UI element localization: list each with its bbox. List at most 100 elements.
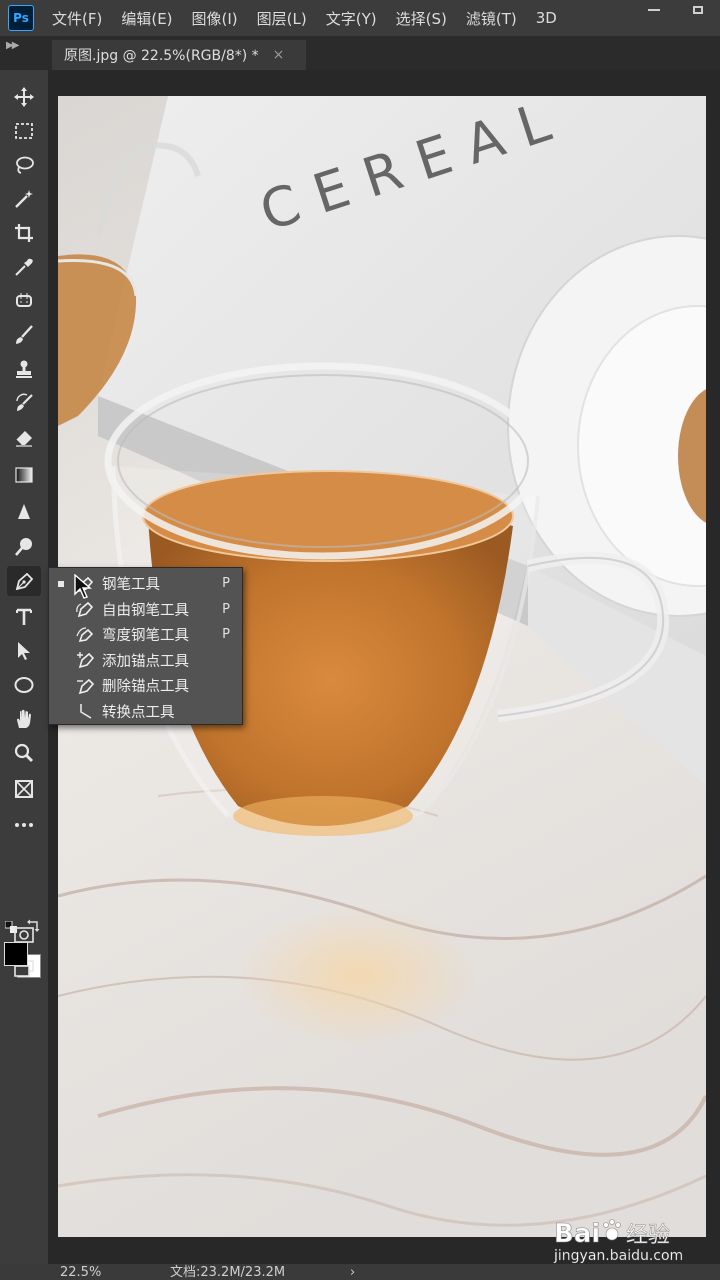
- document-tab-title: 原图.jpg @ 22.5%(RGB/8*) *: [64, 48, 259, 64]
- path-selection-tool[interactable]: [7, 636, 41, 666]
- flyout-item-label: 添加锚点工具: [102, 653, 189, 670]
- marquee-tool[interactable]: [7, 116, 41, 146]
- frame-icon: [15, 780, 33, 798]
- zoom-level[interactable]: 22.5%: [60, 1264, 101, 1280]
- delete-anchor-icon: [75, 676, 97, 696]
- add-anchor-icon: [75, 650, 97, 670]
- crop-tool[interactable]: [7, 218, 41, 248]
- unselected-indicator: [58, 606, 64, 612]
- document-tab-bar: ▶▶ 原图.jpg @ 22.5%(RGB/8*) * ×: [0, 36, 720, 70]
- eyedropper-icon: [15, 258, 33, 276]
- watermark-brand-tail: 经验: [626, 1223, 670, 1248]
- more-dots-icon: [15, 823, 33, 827]
- menu-type[interactable]: 文字(Y): [326, 8, 377, 29]
- history-brush-icon: [16, 393, 33, 411]
- collapse-panel-icon[interactable]: ▶▶: [6, 40, 19, 51]
- watermark-brand: Bai: [554, 1219, 600, 1249]
- magic-wand-icon: [15, 190, 33, 208]
- flyout-item-label: 转换点工具: [102, 704, 175, 721]
- dodge-icon: [15, 538, 32, 556]
- flyout-item-label: 自由钢笔工具: [102, 602, 189, 619]
- pen-icon: [15, 572, 34, 591]
- edit-toolbar-button[interactable]: [7, 810, 41, 840]
- ellipse-tool[interactable]: [7, 670, 41, 700]
- brush-icon: [16, 325, 33, 344]
- curvature-pen-icon: [75, 625, 97, 645]
- hand-icon: [17, 709, 31, 728]
- maximize-button[interactable]: [676, 0, 720, 20]
- flyout-item-label: 弯度钢笔工具: [102, 628, 189, 645]
- eraser-tool[interactable]: [7, 422, 41, 452]
- brush-tool[interactable]: [7, 320, 41, 350]
- healing-brush-icon: [16, 293, 32, 309]
- freeform-pen-icon: [75, 599, 97, 619]
- unselected-indicator: [58, 683, 64, 689]
- dodge-tool[interactable]: [7, 532, 41, 562]
- lasso-tool[interactable]: [7, 150, 41, 180]
- magic-wand-tool[interactable]: [7, 184, 41, 214]
- ellipse-icon: [14, 677, 34, 693]
- selected-indicator: [58, 580, 64, 587]
- spot-healing-tool[interactable]: [7, 286, 41, 316]
- mouse-cursor-icon: [74, 574, 92, 599]
- unselected-indicator: [58, 632, 64, 638]
- pen-tool[interactable]: [7, 566, 41, 596]
- minimize-button[interactable]: [632, 0, 676, 20]
- lasso-icon: [16, 156, 34, 174]
- stamp-icon: [16, 360, 32, 378]
- crop-icon: [15, 224, 33, 242]
- foreground-color-swatch[interactable]: [4, 942, 28, 966]
- close-tab-icon[interactable]: ×: [273, 47, 285, 63]
- flyout-item-curvature-pen[interactable]: 弯度钢笔工具 P: [49, 622, 242, 648]
- menu-image[interactable]: 图像(I): [192, 8, 238, 29]
- menu-bar: Ps 文件(F) 编辑(E) 图像(I) 图层(L) 文字(Y) 选择(S) 滤…: [0, 0, 720, 36]
- zoom-magnifier-icon: [14, 743, 34, 763]
- logo-text: Ps: [13, 11, 29, 25]
- flyout-item-label: 钢笔工具: [102, 577, 160, 594]
- window-controls: [632, 0, 720, 20]
- document-tab[interactable]: 原图.jpg @ 22.5%(RGB/8*) * ×: [52, 40, 306, 70]
- menu-edit[interactable]: 编辑(E): [121, 8, 172, 29]
- menu-file[interactable]: 文件(F): [52, 8, 102, 29]
- zoom-tool[interactable]: [7, 738, 41, 768]
- flyout-item-add-anchor[interactable]: 添加锚点工具: [49, 648, 242, 674]
- shortcut-key: P: [222, 601, 230, 617]
- flyout-item-freeform-pen[interactable]: 自由钢笔工具 P: [49, 597, 242, 623]
- menu-3d[interactable]: 3D: [536, 9, 557, 27]
- blur-tool[interactable]: [7, 498, 41, 528]
- tools-panel: [0, 70, 48, 1264]
- move-tool[interactable]: [7, 82, 41, 112]
- convert-point-icon: [75, 701, 97, 721]
- blur-drop-icon: [18, 504, 30, 519]
- maximize-icon: [693, 6, 703, 14]
- rectangle-marquee-icon: [15, 123, 33, 139]
- unselected-indicator: [58, 657, 64, 663]
- menu-filter[interactable]: 滤镜(T): [466, 8, 517, 29]
- baidu-jingyan-watermark: Bai 经验 jingyan.baidu.com: [553, 1219, 684, 1264]
- shortcut-key: P: [222, 576, 230, 592]
- frame-tool[interactable]: [7, 774, 41, 804]
- clone-stamp-tool[interactable]: [7, 354, 41, 384]
- eraser-icon: [15, 431, 32, 447]
- flyout-item-delete-anchor[interactable]: 删除锚点工具: [49, 673, 242, 699]
- shortcut-key: P: [222, 627, 230, 643]
- gradient-icon: [15, 467, 33, 483]
- move-icon: [14, 87, 34, 107]
- unselected-indicator: [58, 708, 64, 714]
- menu-layer[interactable]: 图层(L): [257, 8, 307, 29]
- eyedropper-tool[interactable]: [7, 252, 41, 282]
- watermark-url: jingyan.baidu.com: [553, 1248, 683, 1264]
- flyout-item-label: 删除锚点工具: [102, 679, 189, 696]
- document-size: 文档:23.2M/23.2M: [170, 1265, 286, 1280]
- gradient-tool[interactable]: [7, 460, 41, 490]
- flyout-item-convert-point[interactable]: 转换点工具: [49, 699, 242, 725]
- history-brush-tool[interactable]: [7, 388, 41, 418]
- photoshop-logo: Ps: [8, 5, 34, 31]
- type-tool[interactable]: [7, 602, 41, 632]
- paw-icon: [603, 1219, 621, 1241]
- menu-select[interactable]: 选择(S): [396, 8, 447, 29]
- hand-tool[interactable]: [7, 704, 41, 734]
- status-menu-arrow-icon[interactable]: ›: [350, 1264, 355, 1280]
- type-icon: [16, 608, 32, 625]
- minimize-icon: [648, 9, 660, 11]
